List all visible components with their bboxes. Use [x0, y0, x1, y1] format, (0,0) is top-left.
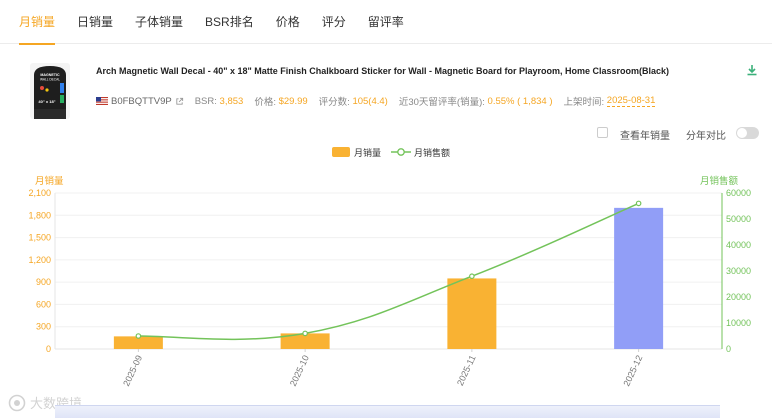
- listed-date-value[interactable]: 2025-08-31: [606, 95, 656, 107]
- product-image[interactable]: MAGNETIC WALL DECAL 40" x 18": [30, 63, 70, 119]
- y-right-tick-label: 10000: [726, 318, 751, 328]
- bsr-value: 3,853: [219, 95, 244, 107]
- review-rate-value: 0.55% ( 1,834 ): [487, 95, 553, 107]
- view-year-sales-checkbox[interactable]: [597, 127, 608, 138]
- x-tick-label: 2025-10: [288, 354, 311, 388]
- svg-text:40" x 18": 40" x 18": [38, 99, 55, 104]
- bottom-scroll-area[interactable]: [55, 405, 720, 418]
- y-left-tick-label: 1,200: [28, 255, 51, 265]
- listed-date-label: 上架时间:: [563, 97, 605, 108]
- y-left-tick-label: 0: [46, 344, 51, 354]
- reviews-value: 105(4.4): [352, 95, 388, 107]
- y-right-tick-label: 0: [726, 344, 731, 354]
- y-right-tick-label: 20000: [726, 292, 751, 302]
- y-left-tick-label: 1,800: [28, 210, 51, 220]
- toggle-knob: [737, 128, 747, 138]
- bar-monthly-sales[interactable]: [447, 278, 497, 349]
- legend-line-swatch[interactable]: [391, 147, 412, 157]
- y-left-tick-label: 1,500: [28, 233, 51, 243]
- product-meta-row: B0FBQTTV9P BSR: 3,853 价格: $29.99 评分数: 10…: [96, 94, 656, 108]
- x-tick-label: 2025-12: [621, 354, 644, 388]
- bsr-label: BSR:: [194, 95, 217, 107]
- product-title[interactable]: Arch Magnetic Wall Decal - 40" x 18" Mat…: [96, 66, 669, 76]
- y-right-tick-label: 60000: [726, 188, 751, 198]
- bar-monthly-sales[interactable]: [614, 207, 664, 349]
- tab-rating[interactable]: 评分: [322, 0, 346, 44]
- legend-item-monthly-revenue[interactable]: 月销售额: [414, 146, 450, 159]
- yoy-compare-label: 分年对比: [686, 131, 726, 142]
- point-monthly-revenue[interactable]: [635, 200, 642, 207]
- x-tick-label: 2025-09: [121, 354, 144, 388]
- view-year-sales-label[interactable]: 查看年销量: [620, 127, 670, 142]
- y-left-tick-label: 900: [36, 277, 51, 287]
- point-monthly-revenue[interactable]: [135, 333, 142, 339]
- line-monthly-revenue: [138, 202, 639, 341]
- chart-legend: 月销量 月销售额: [332, 145, 450, 159]
- x-tick-label: 2025-11: [455, 354, 478, 388]
- point-monthly-revenue[interactable]: [469, 273, 475, 280]
- yoy-compare-toggle[interactable]: [736, 127, 759, 139]
- external-link-icon[interactable]: [175, 97, 184, 106]
- y-left-tick-label: 2,100: [28, 188, 51, 198]
- tab-price[interactable]: 价格: [276, 0, 300, 44]
- y-left-tick-label: 300: [36, 322, 51, 332]
- y-left-tick-label: 600: [36, 299, 51, 309]
- price-label: 价格:: [254, 97, 276, 108]
- tab-review-rate[interactable]: 留评率: [368, 0, 404, 44]
- legend-item-monthly-sales[interactable]: 月销量: [354, 146, 381, 159]
- price-value: $29.99: [278, 95, 308, 107]
- asin-value[interactable]: B0FBQTTV9P: [111, 96, 172, 107]
- sales-chart: 0 300 600 900 1,200 1,500 1,800 2,100 0 10000 2000…: [28, 188, 751, 388]
- svg-text:WALL DECAL: WALL DECAL: [40, 78, 60, 82]
- y-right-tick-label: 30000: [726, 266, 751, 276]
- point-monthly-revenue[interactable]: [302, 330, 308, 337]
- y-right-tick-label: 40000: [726, 240, 751, 250]
- tab-monthly-sales[interactable]: 月销量: [19, 0, 56, 45]
- tab-variant-sales[interactable]: 子体销量: [135, 0, 183, 44]
- legend-bar-swatch[interactable]: [332, 147, 350, 157]
- tab-bsr-rank[interactable]: BSR排名: [205, 0, 254, 44]
- us-flag-icon: [96, 97, 108, 105]
- reviews-label: 评分数:: [318, 97, 350, 108]
- y-right-tick-label: 50000: [726, 214, 751, 224]
- svg-text:MAGNETIC: MAGNETIC: [40, 73, 60, 77]
- tab-daily-sales[interactable]: 日销量: [77, 0, 113, 44]
- tab-bar: 月销量 日销量 子体销量 BSR排名 价格 评分 留评率: [0, 0, 772, 45]
- review-rate-label: 近30天留评率(销量):: [398, 97, 485, 108]
- download-icon[interactable]: [746, 64, 758, 76]
